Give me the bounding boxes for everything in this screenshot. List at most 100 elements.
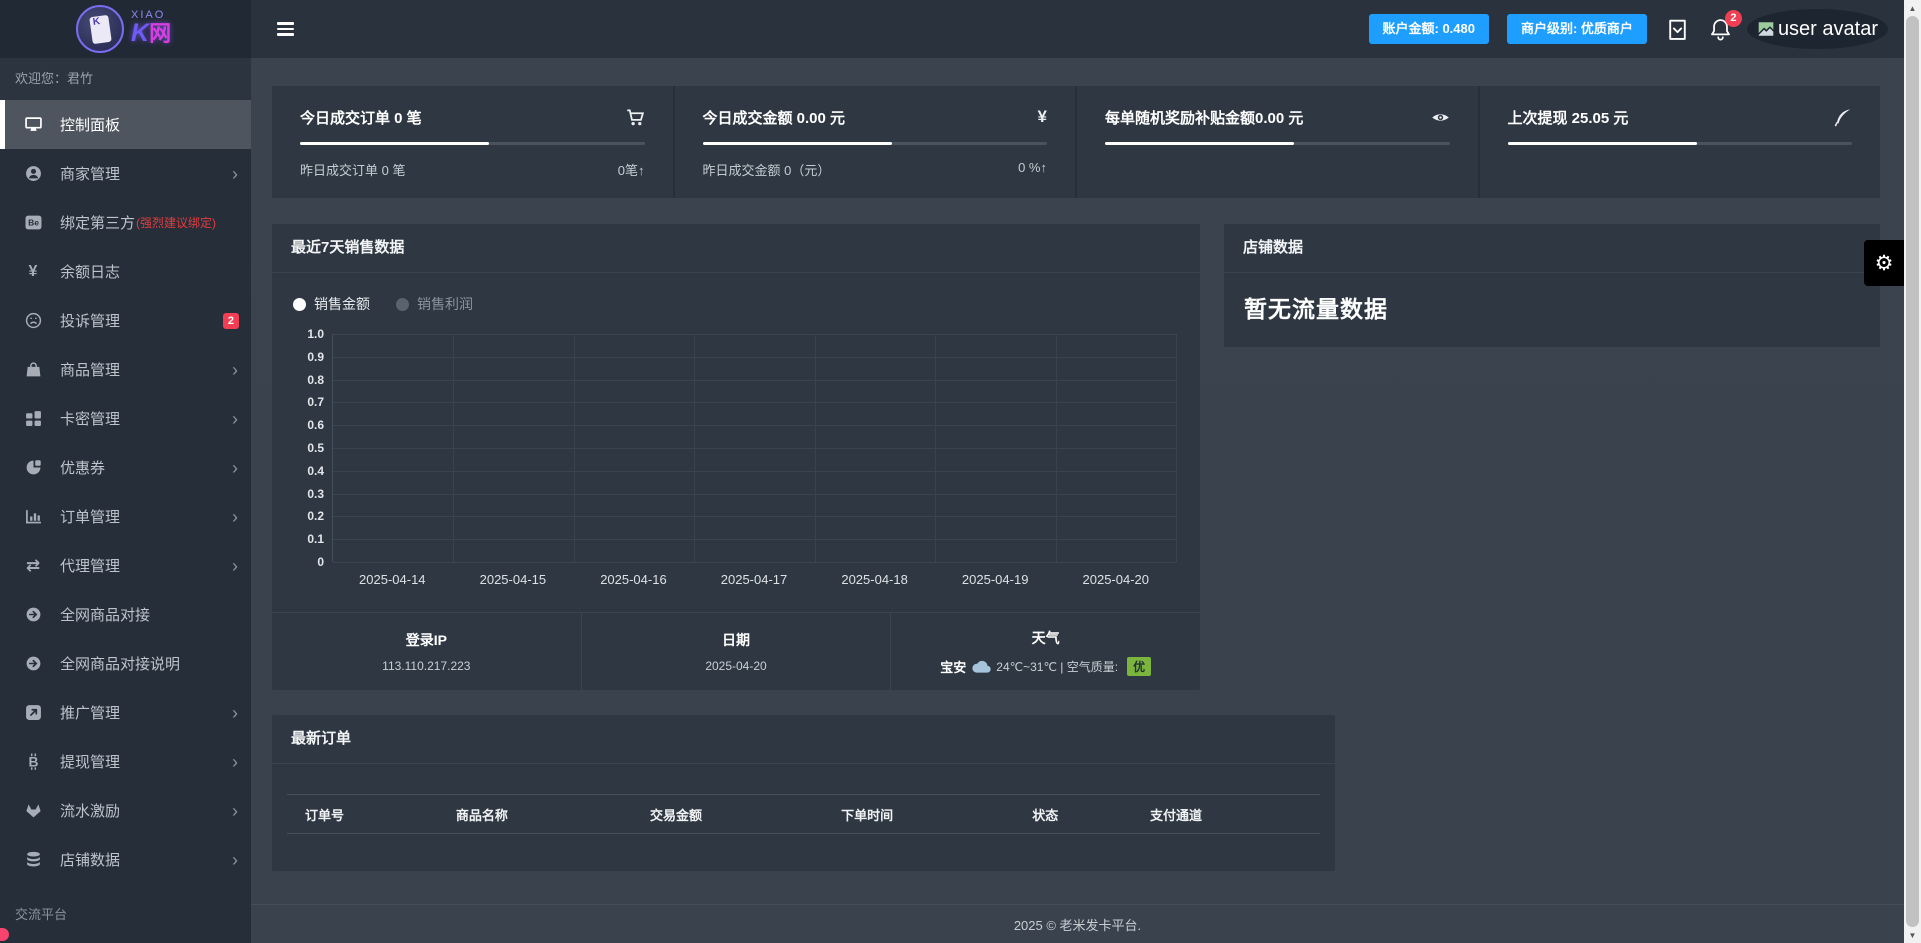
sidebar-item-product-management[interactable]: 商品管理 › [0, 345, 251, 394]
chevron-right-icon: › [232, 702, 238, 723]
stat-card-header: 今日成交金额 0.00 元 ¥ [703, 101, 1048, 133]
sidebar-item-promotion-management[interactable]: 推广管理 › [0, 688, 251, 737]
stat-card-sub-right: 0 %↑ [1018, 160, 1047, 175]
gear-icon: ⚙ [1874, 251, 1894, 275]
chart-gridline-h [333, 356, 1176, 358]
chart-y-tick-label: 0.4 [307, 463, 324, 478]
chart-x-tick-label: 2025-04-16 [600, 572, 667, 587]
sidebar-item-label: 优惠券 [60, 460, 106, 477]
stat-card-title: 每单随机奖励补贴金额0.00 元 [1105, 109, 1304, 127]
envelope-icon [1669, 19, 1686, 40]
stat-card-subrow: 昨日成交订单 0 笔 0笔↑ [300, 160, 645, 179]
sidebar-item-shop-data[interactable]: 店铺数据 › [0, 835, 251, 884]
chart-gridline-h [333, 402, 1176, 404]
settings-gear-button[interactable]: ⚙ [1864, 240, 1904, 286]
stat-card-title: 今日成交订单 0 笔 [300, 109, 422, 127]
behance-icon: Be [22, 213, 44, 233]
stat-card-progress-fill [300, 142, 490, 145]
sidebar-item-label: 卡密管理 [60, 411, 121, 428]
scroll-up-arrow[interactable]: ▲ [1904, 0, 1921, 16]
scrollbar-thumb[interactable] [1906, 16, 1919, 927]
sidebar-item-card-secret-management[interactable]: 卡密管理 › [0, 394, 251, 443]
scroll-down-arrow[interactable]: ▼ [1904, 927, 1921, 943]
logo-text-wang: 网 [149, 20, 172, 46]
sidebar-item-withdrawal-management[interactable]: B 提现管理 › [0, 737, 251, 786]
sidebar-item-order-management[interactable]: 订单管理 › [0, 492, 251, 541]
chart-y-tick-label: 0.3 [307, 486, 324, 501]
chart-y-tick-label: 0.7 [307, 395, 324, 410]
barchart-icon [22, 507, 44, 527]
page-scrollbar[interactable]: ▲ ▼ [1904, 0, 1921, 943]
merchant-icon [22, 164, 44, 184]
orders-column-header: 下单时间 [841, 807, 894, 823]
app-logo[interactable]: K XIAO K网 [0, 0, 251, 58]
info-value: 113.110.217.223 [382, 659, 471, 673]
circle-arrow-icon [22, 605, 44, 625]
sidebar-item-label: 控制面板 [60, 117, 121, 134]
chart-x-tick-label: 2025-04-17 [720, 572, 788, 587]
sidebar-item-product-sync[interactable]: 全网商品对接 [0, 590, 251, 639]
sidebar-item-flow-incentive[interactable]: 流水激励 › [0, 786, 251, 835]
merchant-level-badge[interactable]: 商户级别: 优质商户 [1506, 14, 1647, 44]
promote-icon [22, 703, 44, 723]
eye-icon [1431, 108, 1450, 127]
topbar: 账户金额: 0.480 商户级别: 优质商户 2 user avatar [251, 0, 1904, 58]
chart-gridline-h [333, 516, 1176, 518]
sidebar-item-label: 店铺数据 [60, 852, 121, 869]
chevron-right-icon: › [232, 163, 238, 184]
sidebar-menu: 控制面板 商家管理 › Be 绑定第三方 (强烈建议绑定) ¥ 余额日志 投诉管理 2 商品管理 › 卡… [0, 100, 251, 884]
stat-card-title: 今日成交金额 0.00 元 [702, 109, 846, 127]
sidebar-item-qq-group[interactable]: 对接QQ群 [0, 932, 251, 943]
sidebar-item-merchant-management[interactable]: 商家管理 › [0, 149, 251, 198]
sidebar-item-complaint-management[interactable]: 投诉管理 2 [0, 296, 251, 345]
mail-button[interactable] [1665, 17, 1690, 42]
menu-toggle-button[interactable] [273, 18, 298, 40]
sidebar-item-coupon[interactable]: 优惠券 › [0, 443, 251, 492]
chart-y-tick-label: 0.2 [307, 509, 324, 524]
orders-column-header: 交易金额 [650, 807, 703, 823]
sidebar-item-dashboard[interactable]: 控制面板 [0, 100, 251, 149]
stat-cards-row: 今日成交订单 0 笔昨日成交订单 0 笔 0笔↑ 今日成交金额 0.00 元 ¥ 昨日成… [272, 86, 1880, 198]
stat-card-today-orders: 今日成交订单 0 笔昨日成交订单 0 笔 0笔↑ [272, 86, 673, 198]
sidebar-item-balance-log[interactable]: ¥ 余额日志 [0, 247, 251, 296]
stat-card-header: 每单随机奖励补贴金额0.00 元 [1105, 101, 1450, 133]
user-avatar[interactable]: user avatar [1746, 6, 1889, 52]
info-value: 2025-04-20 [705, 659, 767, 673]
chevron-right-icon: › [232, 800, 238, 821]
legend-item-sales-profit[interactable]: 销售利润 [396, 294, 473, 314]
stat-card-progress-track [702, 142, 1047, 145]
database-icon [22, 850, 44, 870]
date-info: 日期 2025-04-20 [580, 613, 891, 690]
chart-gridline-v [935, 334, 937, 562]
yen-icon: ¥ [1037, 107, 1047, 126]
no-traffic-data-text: 暂无流量数据 [1244, 296, 1388, 322]
chart-gridline-v [573, 334, 575, 562]
account-balance-badge[interactable]: 账户金额: 0.480 [1368, 14, 1489, 44]
sidebar-item-agent-management[interactable]: ⇄ 代理管理 › [0, 541, 251, 590]
sidebar-item-label: 全网商品对接说明 [60, 656, 181, 673]
sidebar-item-label: 投诉管理 [60, 313, 121, 330]
info-label: 天气 [1031, 629, 1060, 646]
line-chart-plot-area: 1.0 0.9 0.8 0.7 0.6 0.5 0.4 0.3 0.2 0.1 0 [307, 327, 1177, 569]
swap-icon: ⇄ [25, 555, 41, 575]
stat-card-title: 上次提现 25.05 元 [1507, 109, 1629, 127]
legend-item-sales-amount[interactable]: 销售金额 [293, 294, 370, 314]
logo-text: XIAO K网 [131, 9, 172, 49]
stat-card-sub-left: 昨日成交金额 0（元） [702, 163, 831, 178]
weather-city: 宝安 [940, 659, 967, 675]
notifications-button[interactable]: 2 [1708, 9, 1742, 42]
sidebar-item-bind-third-party[interactable]: Be 绑定第三方 (强烈建议绑定) [0, 198, 251, 247]
sidebar-item-label: 订单管理 [60, 509, 121, 526]
chevron-right-icon: › [232, 555, 238, 576]
playing-card-graphic: K [88, 14, 112, 44]
chart-gridline-h [333, 539, 1176, 541]
notification-count-badge: 2 [1724, 9, 1742, 27]
sidebar: K XIAO K网 欢迎您：君竹 控制面板商家管理 › Be 绑定第三方 (强烈建议绑定… [0, 0, 251, 943]
chart-x-tick-label: 2025-04-19 [961, 572, 1029, 587]
footer: 2025 © 老米发卡平台. [251, 904, 1904, 943]
chart-gridline-h [333, 448, 1176, 449]
chart-gridline-v [1055, 334, 1057, 562]
sidebar-item-label: 商家管理 [60, 166, 121, 183]
welcome-text: 欢迎您：君竹 [0, 58, 251, 100]
sidebar-item-product-sync-docs[interactable]: 全网商品对接说明 [0, 639, 251, 688]
